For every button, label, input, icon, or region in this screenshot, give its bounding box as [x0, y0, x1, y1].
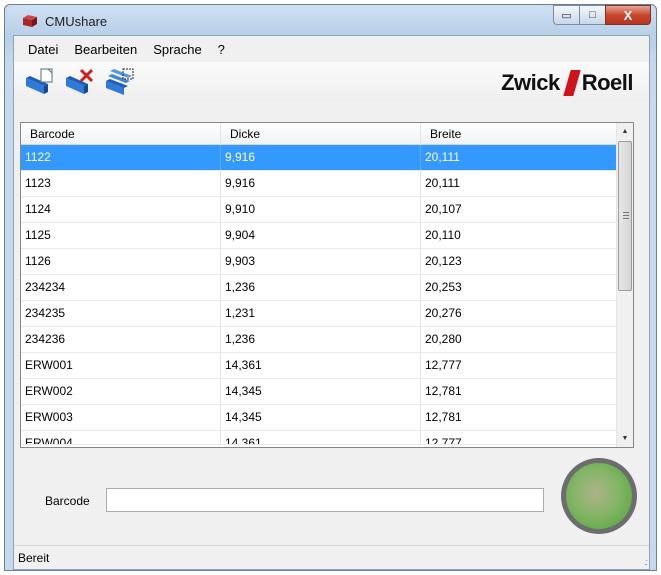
barcode-input[interactable] [106, 488, 544, 512]
cell-breite: 20,276 [421, 301, 623, 326]
status-light-lamp [566, 463, 632, 529]
cell-breite: 20,253 [421, 275, 623, 300]
cell-breite: 12,781 [421, 379, 623, 404]
menu-datei[interactable]: Datei [20, 42, 66, 57]
column-header-breite[interactable]: Breite [421, 123, 623, 145]
cell-dicke: 9,916 [221, 171, 421, 196]
table-row[interactable]: 234235 1,231 20,276 [21, 301, 633, 327]
cell-breite: 12,781 [421, 405, 623, 430]
app-window: CMUshare ▭ □ X Datei Bearbeiten Sprache … [4, 4, 657, 571]
cell-barcode: 1123 [21, 171, 221, 196]
status-light [561, 458, 637, 534]
cell-barcode: ERW001 [21, 353, 221, 378]
cell-dicke: 14,345 [221, 405, 421, 430]
cell-barcode: 1124 [21, 197, 221, 222]
menu-bar: Datei Bearbeiten Sprache ? [14, 36, 649, 62]
cell-dicke: 9,903 [221, 249, 421, 274]
cell-barcode: 1125 [21, 223, 221, 248]
logo-slash [562, 70, 581, 96]
cell-dicke: 1,231 [221, 301, 421, 326]
table-row[interactable]: ERW001 14,361 12,777 [21, 353, 633, 379]
table-row[interactable]: 234236 1,236 20,280 [21, 327, 633, 353]
window-title: CMUshare [45, 14, 108, 29]
cell-breite: 20,123 [421, 249, 623, 274]
scroll-thumb[interactable] [618, 141, 632, 291]
cell-barcode: 234234 [21, 275, 221, 300]
cell-barcode: ERW003 [21, 405, 221, 430]
logo-zwick: Zwick [501, 70, 560, 95]
status-text: Bereit [18, 551, 50, 565]
table-row[interactable]: ERW004 14,361 12,777 [21, 431, 633, 445]
cell-dicke: 9,916 [221, 145, 421, 170]
menu-help[interactable]: ? [210, 42, 233, 57]
cell-dicke: 9,910 [221, 197, 421, 222]
barcode-label: Barcode [45, 494, 90, 508]
table-row[interactable]: 1126 9,903 20,123 [21, 249, 633, 275]
cell-breite: 20,107 [421, 197, 623, 222]
menu-sprache[interactable]: Sprache [145, 42, 209, 57]
table-header: Barcode Dicke Breite [21, 123, 633, 145]
cell-dicke: 1,236 [221, 327, 421, 352]
window-controls: ▭ □ X [553, 5, 651, 25]
column-header-dicke[interactable]: Dicke [221, 123, 421, 145]
new-sample-icon[interactable] [24, 68, 56, 96]
table-row[interactable]: 1123 9,916 20,111 [21, 171, 633, 197]
table-row[interactable]: 1124 9,910 20,107 [21, 197, 633, 223]
cell-barcode: ERW004 [21, 431, 221, 444]
scroll-grip [623, 212, 629, 219]
cell-dicke: 14,361 [221, 431, 421, 444]
title-bar[interactable]: CMUshare ▭ □ X [5, 5, 656, 35]
close-button[interactable]: X [605, 5, 651, 25]
scroll-down-button[interactable]: ▼ [617, 430, 633, 447]
logo-roell: Roell [581, 70, 634, 95]
table-body: 1122 9,916 20,111 1123 9,916 20,111 1124 9,910 2… [21, 145, 633, 445]
column-header-barcode[interactable]: Barcode [21, 123, 221, 145]
cell-dicke: 9,904 [221, 223, 421, 248]
cell-dicke: 14,345 [221, 379, 421, 404]
cell-breite: 12,777 [421, 431, 623, 444]
scroll-up-button[interactable]: ▲ [617, 123, 633, 140]
cell-barcode: 234235 [21, 301, 221, 326]
cell-breite: 20,280 [421, 327, 623, 352]
cell-barcode: 234236 [21, 327, 221, 352]
table-row[interactable]: 1122 9,916 20,111 [21, 145, 633, 171]
sample-list-icon[interactable] [104, 68, 136, 96]
zwick-roell-logo: Zwick Roell [501, 70, 634, 96]
cell-barcode: ERW002 [21, 379, 221, 404]
resize-grip-icon[interactable]: .: [644, 557, 648, 567]
sample-table[interactable]: Barcode Dicke Breite 1122 9,916 20,111 1123… [20, 122, 634, 448]
cell-dicke: 14,361 [221, 353, 421, 378]
cell-breite: 12,777 [421, 353, 623, 378]
cell-breite: 20,111 [421, 171, 623, 196]
minimize-button[interactable]: ▭ [553, 5, 580, 25]
table-row[interactable]: 1125 9,904 20,110 [21, 223, 633, 249]
vertical-scrollbar[interactable]: ▲ ▼ [616, 123, 633, 447]
cell-barcode: 1126 [21, 249, 221, 274]
maximize-button[interactable]: □ [579, 5, 606, 25]
table-row[interactable]: ERW003 14,345 12,781 [21, 405, 633, 431]
table-row[interactable]: 234234 1,236 20,253 [21, 275, 633, 301]
app-icon [23, 15, 37, 27]
table-row[interactable]: ERW002 14,345 12,781 [21, 379, 633, 405]
delete-sample-icon[interactable] [64, 68, 96, 96]
cell-dicke: 1,236 [221, 275, 421, 300]
cell-barcode: 1122 [21, 145, 221, 170]
cell-breite: 20,111 [421, 145, 623, 170]
menu-bearbeiten[interactable]: Bearbeiten [66, 42, 145, 57]
cell-breite: 20,110 [421, 223, 623, 248]
status-bar: Bereit .: [14, 545, 649, 569]
client-area: Datei Bearbeiten Sprache ? Zwick Roell B… [13, 35, 650, 570]
toolbar: Zwick Roell [14, 62, 649, 102]
